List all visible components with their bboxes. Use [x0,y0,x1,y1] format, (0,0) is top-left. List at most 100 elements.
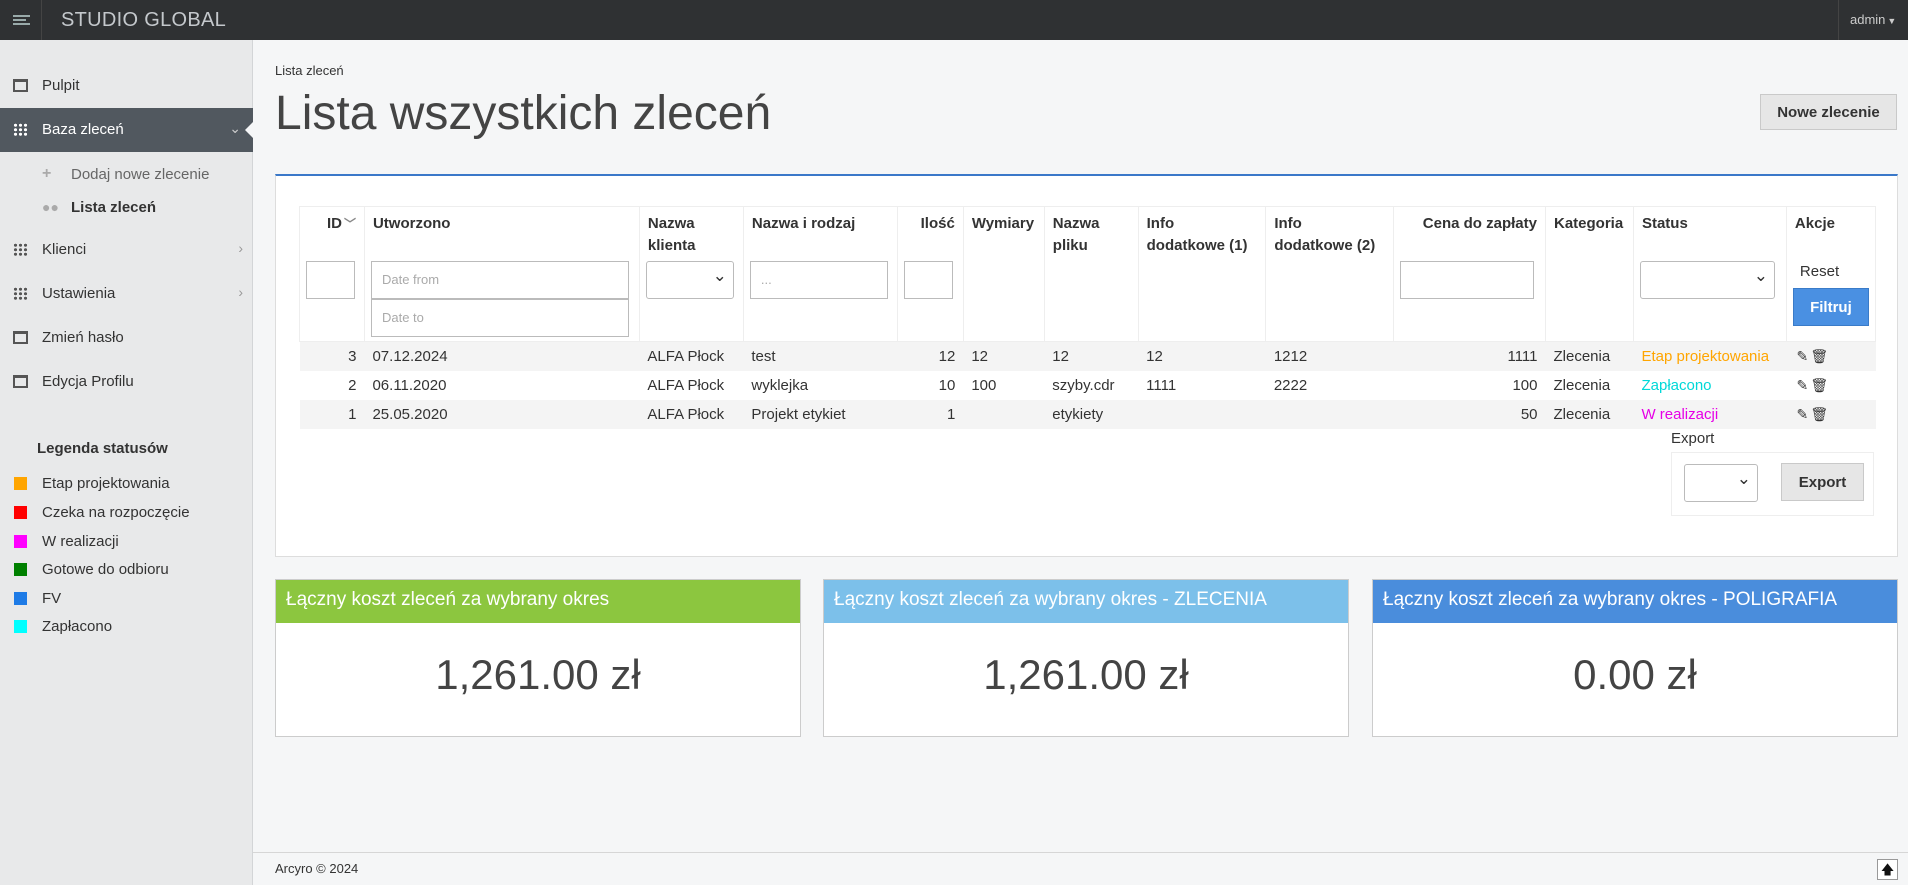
cell-price: 50 [1393,399,1546,429]
cell-qty: 12 [897,341,964,371]
trash-icon[interactable]: 🗑 [1810,377,1828,394]
col-header-qty[interactable]: Ilość [896,206,964,257]
col-header-dims[interactable]: Wymiary [962,206,1045,257]
sidebar: Pulpit Baza zleceń ⌄ + Dodaj nowe zlecen… [0,40,254,885]
cell-category: Zlecenia [1545,341,1634,371]
cell-status: Zapłacono [1641,376,1712,394]
date-from-input[interactable]: Date from [370,261,629,299]
list-icon [13,79,28,92]
menu-toggle-icon[interactable] [0,0,42,40]
footer: Arcyro © 2024 🡅 [253,852,1908,885]
legend-label: W realizacji [42,533,119,550]
sidebar-item-label: Klienci [42,241,87,258]
name-filter-input[interactable]: ... [749,261,888,299]
page-title: Lista wszystkich zleceń [275,87,772,140]
filter-button[interactable]: Filtruj [1792,288,1869,326]
sidebar-subitem-dodaj[interactable]: + Dodaj nowe zlecenie [0,158,253,190]
col-header-price[interactable]: Cena do zapłaty [1393,206,1546,257]
client-filter-select[interactable] [645,261,734,299]
col-header-created[interactable]: Utworzono [363,206,640,257]
sidebar-subitem-lista[interactable]: ●● Lista zleceń [0,191,253,223]
stat-title: Łączny koszt zleceń za wybrany okres - P… [1373,580,1897,623]
col-header-category[interactable]: Kategoria [1545,206,1634,257]
id-filter-input[interactable] [306,261,355,299]
orders-panel: ID ﹀ Utworzono Nazwa klienta Nazwa i rodza… [275,174,1898,557]
status-swatch [14,506,27,519]
col-header-actions: Akcje [1785,206,1877,257]
edit-icon[interactable]: ✎ [1794,377,1810,394]
grid-icon [13,123,28,136]
cell-info1: 1111 [1146,376,1177,394]
legend-label: Gotowe do odbioru [42,561,169,578]
col-header-info2[interactable]: Info dodatkowe (2) [1265,206,1395,257]
legend-title: Legenda statusów [37,440,168,457]
sidebar-item-ustawienia[interactable]: Ustawienia › [0,272,253,316]
cell-client: ALFA Płock [639,399,744,429]
filter-row: Date from Date to ... Reset Filtruj [299,257,1877,342]
reset-link[interactable]: Reset [1800,263,1869,280]
sidebar-item-klienci[interactable]: Klienci › [0,228,253,272]
cell-actions: ✎ 🗑 [1786,371,1875,400]
cell-name: Projekt etykiet [743,399,898,429]
cell-qty: 10 [938,376,956,394]
price-filter-input[interactable] [1400,261,1535,299]
status-swatch [14,563,27,576]
cell-dims: 100 [971,376,997,394]
cell-client: ALFA Płock [639,341,744,371]
col-header-info1[interactable]: Info dodatkowe (1) [1137,206,1267,257]
col-header-id[interactable]: ID ﹀ [299,206,365,257]
sort-chevron-icon[interactable]: ﹀ [344,217,356,231]
cell-id: 1 [299,399,365,429]
trash-icon[interactable]: 🗑 [1810,348,1828,365]
stat-box-total: Łączny koszt zleceń za wybrany okres 1,2… [275,579,801,737]
user-menu[interactable]: admin ▼ [1838,0,1908,40]
edit-icon[interactable]: ✎ [1794,406,1810,423]
col-header-status[interactable]: Status [1632,206,1787,257]
grid-icon [13,287,28,300]
export-box: Export [1671,452,1874,516]
cell-info2 [1265,399,1394,429]
col-header-client[interactable]: Nazwa klienta [638,206,744,257]
col-header-file[interactable]: Nazwa pliku [1043,206,1139,257]
copyright: Arcyro © 2024 [275,861,359,876]
sidebar-item-edycja-profilu[interactable]: Edycja Profilu [0,360,253,404]
cell-price: 1111 [1393,341,1546,371]
sidebar-item-label: Edycja Profilu [42,373,134,390]
export-format-select[interactable] [1684,464,1758,502]
stat-box-poligrafia: Łączny koszt zleceń za wybrany okres - P… [1372,579,1898,737]
breadcrumb: Lista zleceń [275,63,344,78]
sidebar-item-pulpit[interactable]: Pulpit [0,64,253,108]
legend-label: FV [42,590,62,607]
cell-dims [963,399,1045,429]
status-swatch [14,535,27,548]
cell-file: szyby.cdr [1052,376,1115,394]
col-header-name[interactable]: Nazwa i rodzaj [742,206,898,257]
sidebar-item-baza-zlecen[interactable]: Baza zleceń ⌄ [0,108,254,152]
top-bar: STUDIO GLOBAL admin ▼ [0,0,1908,40]
arrow-up-icon[interactable]: 🡅 [1877,859,1898,880]
export-button[interactable]: Export [1781,463,1864,501]
table-header-row: ID ﹀ Utworzono Nazwa klienta Nazwa i rodza… [299,206,1877,257]
orders-table: ID ﹀ Utworzono Nazwa klienta Nazwa i rodza… [299,206,1877,429]
caret-down-icon: ▼ [1887,16,1897,26]
cell-category: Zlecenia [1545,399,1634,429]
cell-actions: ✎ 🗑 [1786,399,1876,429]
sidebar-item-label: Zmień hasło [42,329,124,346]
sidebar-subitem-label: Dodaj nowe zlecenie [71,166,210,183]
cell-file: 12 [1044,341,1139,371]
stat-title: Łączny koszt zleceń za wybrany okres - Z… [824,580,1348,623]
app-brand[interactable]: STUDIO GLOBAL [61,9,226,32]
cell-created: 06.11.2020 [372,376,447,394]
cell-client: ALFA Płock [647,376,725,394]
new-order-button[interactable]: Nowe zlecenie [1760,94,1897,130]
sidebar-item-zmien-haslo[interactable]: Zmień hasło [0,316,253,360]
date-to-input[interactable]: Date to [370,299,629,337]
chevron-down-icon: ⌄ [229,120,241,136]
qty-filter-input[interactable] [903,261,953,299]
status-swatch [14,477,27,490]
legend-label: Etap projektowania [42,475,170,492]
user-name: admin [1850,12,1886,27]
trash-icon[interactable]: 🗑 [1810,406,1828,423]
status-filter-select[interactable] [1639,261,1775,299]
edit-icon[interactable]: ✎ [1794,348,1810,365]
